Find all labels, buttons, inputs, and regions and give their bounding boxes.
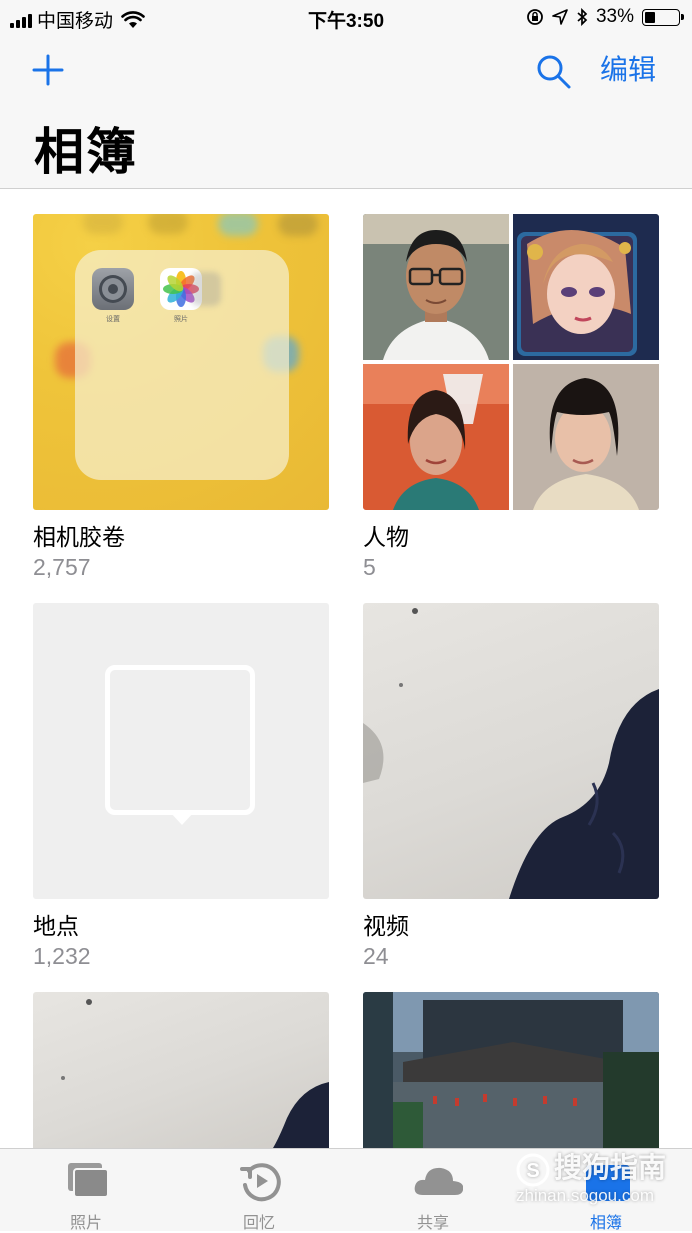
orientation-lock-icon bbox=[527, 9, 543, 25]
album-thumbnail[interactable] bbox=[363, 214, 659, 510]
album-title: 视频 bbox=[363, 913, 409, 939]
album-title: 地点 bbox=[33, 913, 79, 939]
tab-label: 相簿 bbox=[589, 1215, 622, 1232]
svg-text:S: S bbox=[526, 1160, 539, 1182]
album-thumbnail[interactable] bbox=[33, 992, 329, 1148]
memories-icon bbox=[240, 1163, 281, 1202]
album-count: 2,757 bbox=[33, 554, 91, 580]
tab-label: 共享 bbox=[416, 1215, 449, 1232]
person-face-thumbnail bbox=[363, 364, 509, 510]
album-videos[interactable]: 视频 24 bbox=[363, 603, 659, 969]
cloud-icon bbox=[414, 1167, 463, 1195]
watermark-text: 搜狗指南 bbox=[554, 1152, 667, 1183]
watermark-url: zhinan.sogou.com bbox=[516, 1186, 654, 1205]
person-face-thumbnail bbox=[363, 214, 509, 360]
add-album-button[interactable] bbox=[30, 52, 66, 88]
location-arrow-icon bbox=[552, 9, 568, 25]
sogou-logo-icon: S bbox=[516, 1153, 550, 1187]
album-places[interactable]: 地点 1,232 bbox=[33, 603, 329, 969]
home-screen-folder: 设置 照片 bbox=[75, 250, 289, 480]
album-count: 1,232 bbox=[33, 943, 91, 969]
battery-percent: 33% bbox=[595, 6, 634, 27]
tab-label: 照片 bbox=[69, 1215, 102, 1232]
tab-memories[interactable]: 回忆 bbox=[199, 1149, 319, 1232]
person-face-thumbnail bbox=[513, 364, 659, 510]
folder-app-label-settings: 设置 bbox=[106, 316, 120, 323]
album-people[interactable]: 人物 5 bbox=[363, 214, 659, 580]
search-icon[interactable] bbox=[534, 52, 572, 90]
settings-gear-icon bbox=[92, 268, 134, 310]
album-title: 人物 bbox=[363, 524, 409, 550]
album-count: 5 bbox=[363, 554, 376, 580]
album-thumbnail[interactable]: 设置 照片 bbox=[33, 214, 329, 510]
status-bar: 中国移动 下午3:50 33% bbox=[0, 0, 692, 38]
page-title: 相簿 bbox=[34, 124, 138, 180]
folder-app-label-photos: 照片 bbox=[174, 316, 188, 323]
album-title: 相机胶卷 bbox=[33, 524, 125, 550]
album-partial-right[interactable] bbox=[363, 992, 659, 1148]
album-thumbnail[interactable] bbox=[363, 603, 659, 899]
album-camera-roll[interactable]: 设置 照片 相机胶卷 2,757 bbox=[33, 214, 329, 580]
navigation-bar: 编辑 相簿 bbox=[0, 38, 692, 189]
tab-shared[interactable]: 共享 bbox=[373, 1149, 493, 1232]
album-count: 24 bbox=[363, 943, 389, 969]
album-thumbnail[interactable] bbox=[363, 992, 659, 1148]
watermark-brand: S 搜狗指南 bbox=[516, 1146, 666, 1187]
tab-label: 回忆 bbox=[242, 1215, 275, 1232]
person-face-thumbnail bbox=[513, 214, 659, 360]
tab-photos[interactable]: 照片 bbox=[26, 1149, 146, 1232]
map-placeholder-icon bbox=[105, 665, 255, 815]
album-partial-left[interactable] bbox=[33, 992, 329, 1148]
album-thumbnail[interactable] bbox=[33, 603, 329, 899]
bluetooth-icon bbox=[577, 8, 588, 26]
edit-button[interactable]: 编辑 bbox=[600, 52, 656, 88]
photos-stack-icon bbox=[68, 1163, 109, 1198]
battery-icon bbox=[642, 8, 684, 26]
